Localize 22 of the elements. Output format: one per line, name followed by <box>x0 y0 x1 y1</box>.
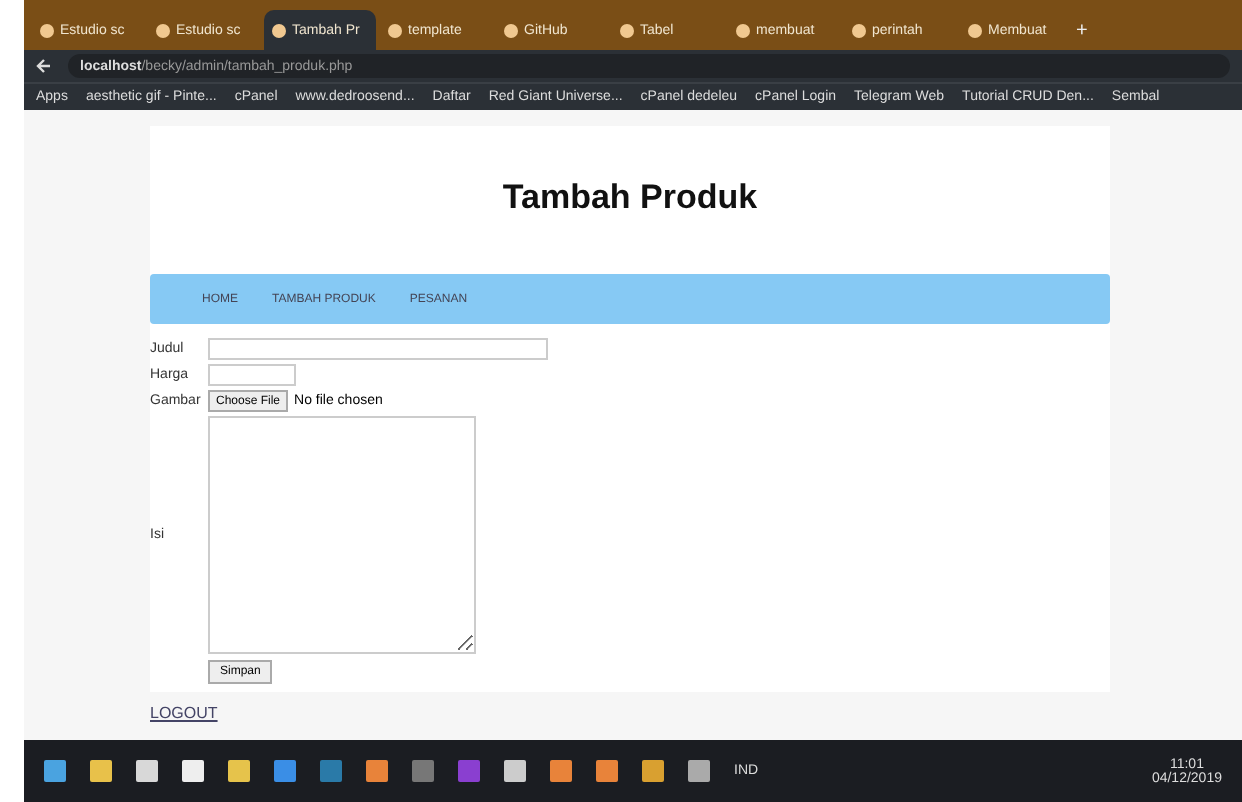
page-title: Tambah Produk <box>500 176 760 220</box>
new-tab-button[interactable]: + <box>1076 20 1088 50</box>
taskbar-app-icon[interactable] <box>228 760 250 782</box>
taskbar-app-icon[interactable] <box>596 760 618 782</box>
taskbar-app-icon[interactable] <box>182 760 204 782</box>
input-field[interactable] <box>208 338 548 360</box>
taskbar-app-icon[interactable] <box>366 760 388 782</box>
back-icon[interactable] <box>36 58 52 74</box>
taskbar-app-icon[interactable] <box>642 760 664 782</box>
taskbar-app-icon[interactable] <box>412 760 434 782</box>
logout-link[interactable]: LOGOUT <box>150 704 218 722</box>
taskbar-app-icon[interactable] <box>458 760 480 782</box>
taskbar-app-icon[interactable] <box>274 760 296 782</box>
taskbar-app-icon[interactable] <box>550 760 572 782</box>
taskbar-app-icon[interactable] <box>44 760 66 782</box>
taskbar-app-icon[interactable] <box>688 760 710 782</box>
taskbar-app-icon[interactable] <box>504 760 526 782</box>
taskbar-app-icon[interactable] <box>136 760 158 782</box>
input-field[interactable] <box>208 364 296 386</box>
taskbar-app-icon[interactable] <box>320 760 342 782</box>
text-area[interactable] <box>208 416 476 654</box>
taskbar-app-icon[interactable] <box>90 760 112 782</box>
